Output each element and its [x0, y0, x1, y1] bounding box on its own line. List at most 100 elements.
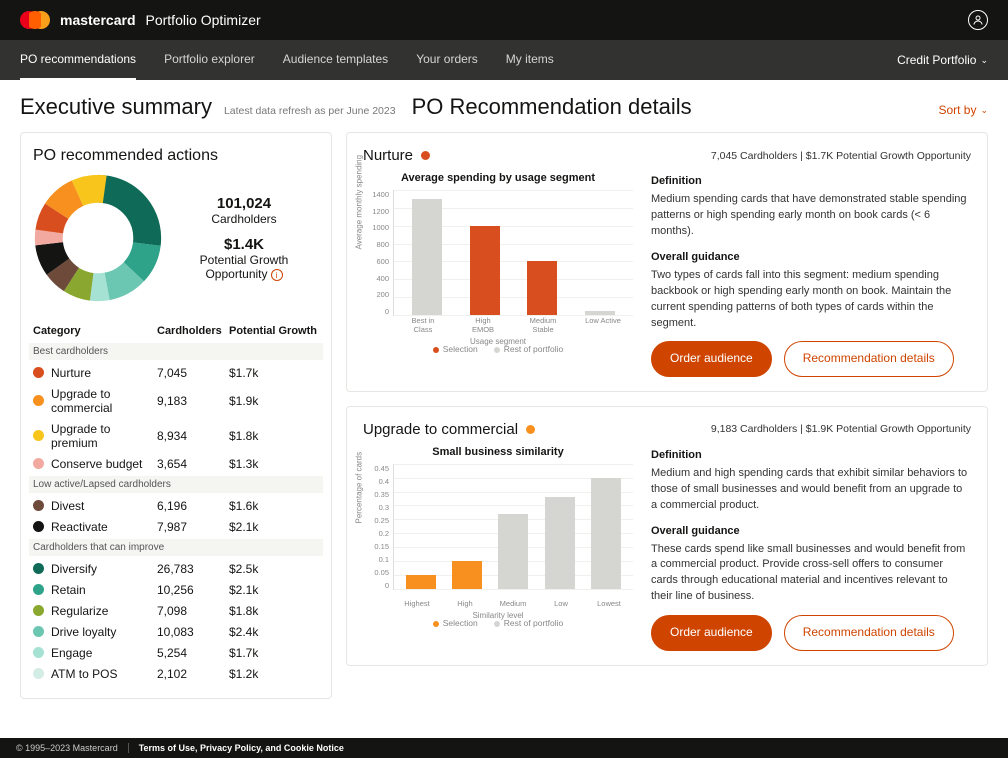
recommended-actions-card: PO recommended actions	[20, 132, 332, 699]
product-name: Portfolio Optimizer	[146, 12, 261, 28]
sort-by-button[interactable]: Sort by ⌄	[938, 103, 988, 117]
order-audience-button[interactable]: Order audience	[651, 615, 772, 650]
category-dot-icon	[33, 668, 44, 679]
table-row[interactable]: Diversify 26,783 $2.5k	[33, 558, 319, 579]
row-cardholders: 2,102	[157, 667, 229, 681]
total-cardholders-label: Cardholders	[169, 212, 319, 226]
growth-label: Potential Growth Opportunityi	[169, 253, 319, 282]
row-label: Divest	[51, 499, 157, 513]
recommendation-details-button[interactable]: Recommendation details	[784, 341, 954, 376]
main-content: Executive summary Latest data refresh as…	[0, 80, 1008, 738]
table-row[interactable]: Engage 5,254 $1.7k	[33, 642, 319, 663]
y-axis-label: Percentage of cards	[355, 452, 364, 524]
row-label: Regularize	[51, 604, 157, 618]
row-growth: $2.1k	[229, 583, 319, 597]
y-axis-label: Average monthly spending	[355, 155, 364, 250]
detail-card-title: Nurture	[363, 147, 413, 164]
chart-bar	[412, 199, 442, 315]
row-growth: $1.7k	[229, 366, 319, 380]
row-growth: $1.3k	[229, 457, 319, 471]
group-header: Low active/Lapsed cardholders	[29, 476, 323, 493]
nav-portfolio-explorer[interactable]: Portfolio explorer	[164, 40, 255, 80]
total-cardholders-value: 101,024	[169, 195, 319, 212]
detail-card: Nurture 7,045 Cardholders | $1.7K Potent…	[346, 132, 988, 392]
portfolio-selector[interactable]: Credit Portfolio ⌄	[897, 53, 988, 67]
col-potential-growth: Potential Growth	[229, 325, 319, 337]
app-header: mastercard Portfolio Optimizer	[0, 0, 1008, 40]
chart-bar	[452, 561, 482, 589]
nav-audience-templates[interactable]: Audience templates	[283, 40, 388, 80]
detail-card: Upgrade to commercial 9,183 Cardholders …	[346, 406, 988, 666]
row-growth: $1.8k	[229, 429, 319, 443]
footer-terms-link[interactable]: Terms of Use, Privacy Policy, and Cookie…	[139, 743, 344, 753]
order-audience-button[interactable]: Order audience	[651, 341, 772, 376]
x-ticks: HighestHighMediumLowLowest	[393, 599, 633, 608]
chart-title: Average spending by usage segment	[363, 172, 633, 184]
x-axis-label: Usage segment	[470, 337, 526, 346]
chart-bar	[585, 311, 615, 315]
refresh-label: Latest data refresh as per June 2023	[224, 105, 396, 117]
row-cardholders: 10,256	[157, 583, 229, 597]
table-row[interactable]: Nurture 7,045 $1.7k	[33, 362, 319, 383]
table-row[interactable]: Drive loyalty 10,083 $2.4k	[33, 621, 319, 642]
x-ticks: Best in ClassHigh EMOBMedium StableLow A…	[393, 316, 633, 334]
category-dot-icon	[33, 367, 44, 378]
donut-chart	[33, 173, 163, 303]
info-icon[interactable]: i	[271, 269, 283, 281]
definition-heading: Definition	[651, 448, 971, 464]
chart-title: Small business similarity	[363, 446, 633, 458]
recommendation-details-button[interactable]: Recommendation details	[784, 615, 954, 650]
table-row[interactable]: Upgrade to commercial 9,183 $1.9k	[33, 383, 319, 418]
row-growth: $1.9k	[229, 394, 319, 408]
table-row[interactable]: ATM to POS 2,102 $1.2k	[33, 663, 319, 684]
category-dot-icon	[33, 521, 44, 532]
table-row[interactable]: Conserve budget 3,654 $1.3k	[33, 453, 319, 474]
chart: Small business similarity Percentage of …	[363, 446, 633, 651]
detail-card-stats: 7,045 Cardholders | $1.7K Potential Grow…	[711, 150, 971, 162]
category-dot-icon	[33, 500, 44, 511]
table-row[interactable]: Divest 6,196 $1.6k	[33, 495, 319, 516]
row-growth: $1.2k	[229, 667, 319, 681]
row-cardholders: 9,183	[157, 394, 229, 408]
category-dot-icon	[33, 647, 44, 658]
sort-by-label: Sort by	[938, 103, 976, 117]
mastercard-logo-icon	[20, 11, 50, 29]
table-row[interactable]: Regularize 7,098 $1.8k	[33, 600, 319, 621]
definition-heading: Definition	[651, 174, 971, 190]
table-row[interactable]: Upgrade to premium 8,934 $1.8k	[33, 418, 319, 453]
guidance-heading: Overall guidance	[651, 250, 971, 266]
detail-title: PO Recommendation details	[412, 94, 692, 120]
user-avatar-icon[interactable]	[968, 10, 988, 30]
chart-bar	[470, 226, 500, 315]
category-dot-icon	[526, 425, 535, 434]
category-dot-icon	[33, 395, 44, 406]
chart-bar	[498, 514, 528, 589]
guidance-text: Two types of cards fall into this segmen…	[651, 268, 971, 332]
row-label: Retain	[51, 583, 157, 597]
category-dot-icon	[33, 584, 44, 595]
footer: © 1995–2023 Mastercard Terms of Use, Pri…	[0, 738, 1008, 758]
row-cardholders: 8,934	[157, 429, 229, 443]
table-row[interactable]: Reactivate 7,987 $2.1k	[33, 516, 319, 537]
col-cardholders: Cardholders	[157, 325, 229, 337]
row-label: Engage	[51, 646, 157, 660]
copyright: © 1995–2023 Mastercard	[16, 743, 118, 753]
nav-po-recommendations[interactable]: PO recommendations	[20, 40, 136, 80]
row-label: Upgrade to commercial	[51, 387, 157, 415]
y-ticks: 1400120010008006004002000	[369, 190, 389, 316]
group-header: Best cardholders	[29, 343, 323, 360]
category-dot-icon	[421, 151, 430, 160]
guidance-heading: Overall guidance	[651, 524, 971, 540]
row-cardholders: 26,783	[157, 562, 229, 576]
table-row[interactable]: Retain 10,256 $2.1k	[33, 579, 319, 600]
row-cardholders: 3,654	[157, 457, 229, 471]
chart-bar	[545, 497, 575, 589]
definition-text: Medium and high spending cards that exhi…	[651, 466, 971, 514]
col-category: Category	[33, 325, 157, 337]
growth-value: $1.4K	[169, 236, 319, 253]
nav-my-items[interactable]: My items	[506, 40, 554, 80]
nav-your-orders[interactable]: Your orders	[416, 40, 478, 80]
category-dot-icon	[33, 563, 44, 574]
row-label: Conserve budget	[51, 457, 157, 471]
row-label: Reactivate	[51, 520, 157, 534]
